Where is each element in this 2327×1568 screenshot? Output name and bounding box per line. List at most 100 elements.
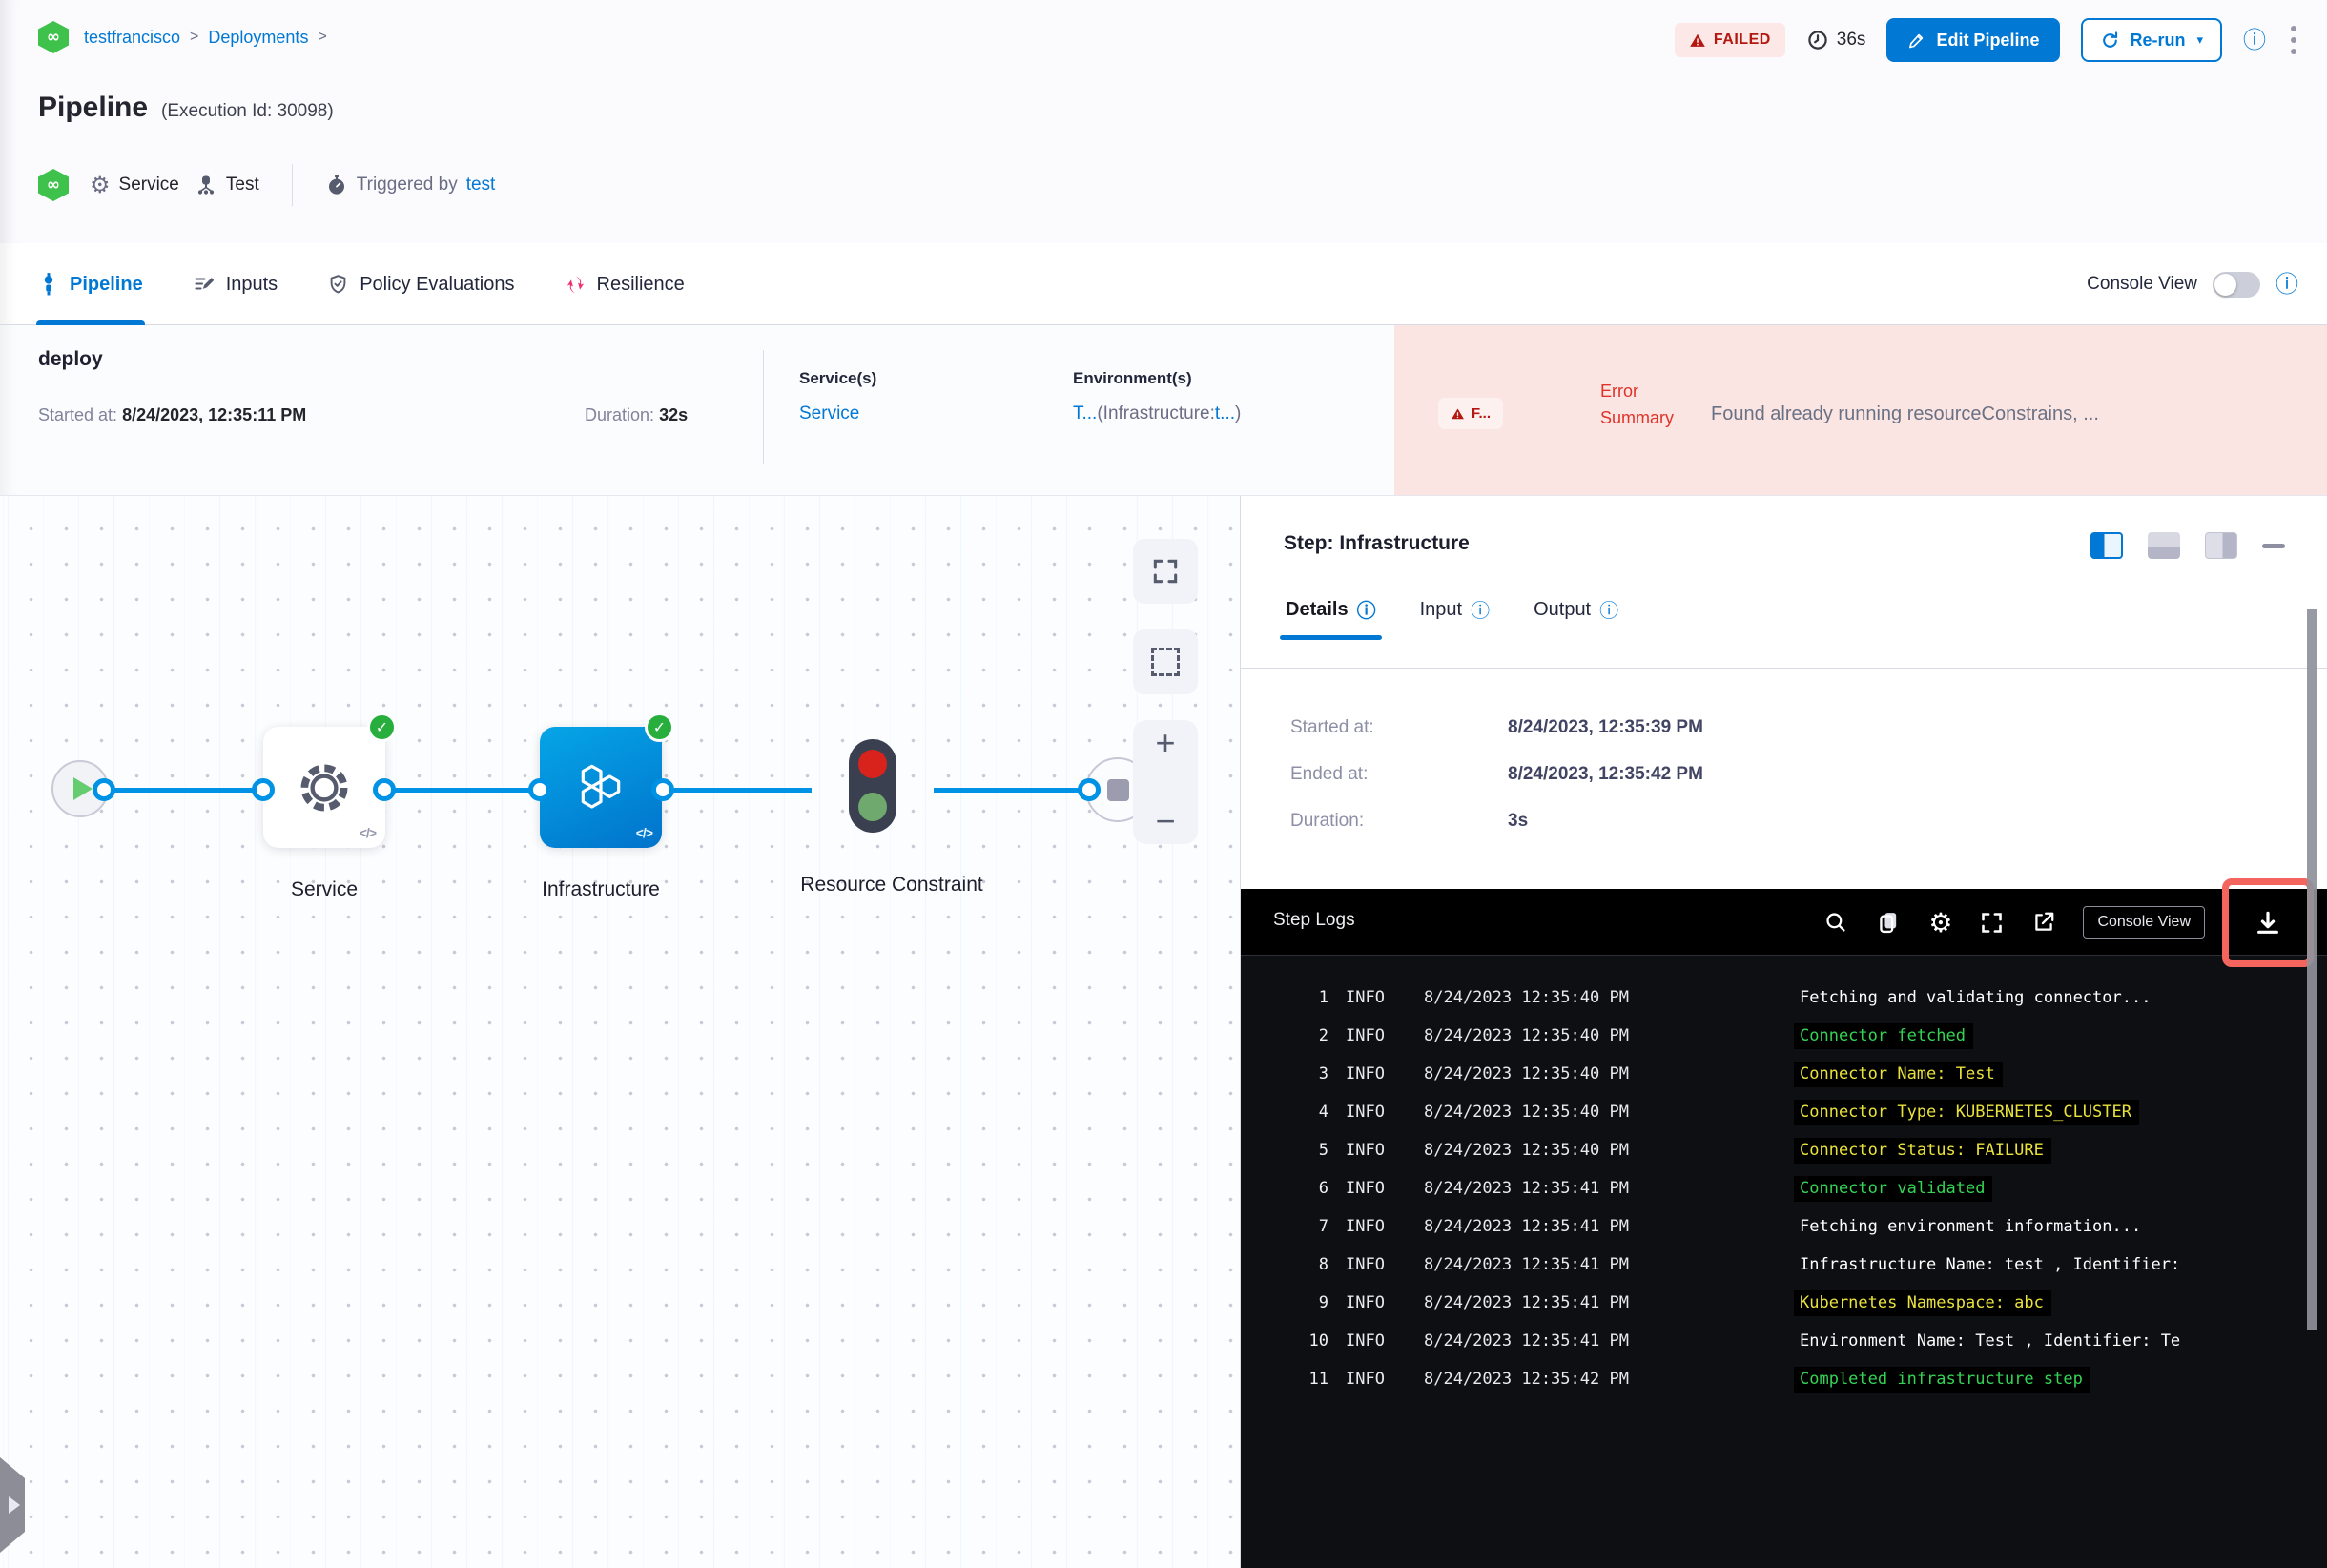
- tab-pipeline[interactable]: Pipeline: [36, 243, 145, 325]
- environment-link[interactable]: T...(Infrastructure:t...): [1073, 403, 1241, 424]
- more-options-menu[interactable]: [2287, 22, 2300, 58]
- download-logs-highlight: [2222, 878, 2314, 967]
- edit-pipeline-button[interactable]: Edit Pipeline: [1886, 18, 2061, 62]
- breadcrumb-separator: >: [190, 29, 199, 45]
- node-resource-constraint[interactable]: [849, 739, 896, 833]
- layout-right-panel-button[interactable]: [2205, 532, 2237, 559]
- layout-vertical-split-button[interactable]: [2090, 532, 2123, 559]
- info-icon[interactable]: ⓘ: [1471, 601, 1490, 620]
- scrollbar-thumb[interactable]: [2307, 609, 2317, 1330]
- success-check-icon: ✓: [367, 712, 397, 742]
- red-light: [858, 750, 887, 778]
- execution-tabbar: Pipeline Inputs Policy Evaluations Resil…: [0, 243, 2327, 325]
- fit-to-screen-button[interactable]: [1133, 539, 1198, 604]
- stage-duration: Duration: 32s: [585, 405, 689, 424]
- rerun-button[interactable]: Re-run ▾: [2081, 18, 2222, 62]
- step-panel-tabs: Details ⓘ Input ⓘ Output ⓘ: [1280, 599, 1618, 640]
- detail-row-started: Started at: 8/24/2023, 12:35:39 PM: [1290, 717, 1703, 737]
- minimize-panel-button[interactable]: [2262, 543, 2285, 548]
- stop-icon: [1106, 778, 1129, 801]
- step-panel-title: Step: Infrastructure: [1284, 532, 1470, 554]
- stage-summary-bar: deploy Started at: 8/24/2023, 12:35:11 P…: [0, 325, 2327, 496]
- tab-policy-evaluations[interactable]: Policy Evaluations: [327, 243, 515, 325]
- triggered-by-user-link[interactable]: test: [466, 175, 496, 196]
- gear-icon: [293, 756, 356, 819]
- zoom-in-button[interactable]: +: [1133, 726, 1198, 760]
- panel-layout-controls: [2090, 532, 2285, 559]
- connector-point: [1078, 778, 1101, 801]
- info-icon[interactable]: ⓘ: [2243, 29, 2266, 52]
- connector-point: [528, 778, 551, 801]
- search-icon[interactable]: [1823, 910, 1848, 935]
- log-settings-icon[interactable]: ⚙: [1928, 907, 1952, 939]
- log-toolbar: ⚙ Console View: [1823, 889, 2205, 956]
- step-logs-title: Step Logs: [1273, 910, 1355, 930]
- connector-line: [104, 788, 263, 793]
- open-in-new-icon[interactable]: [2031, 910, 2056, 935]
- pencil-icon: [1907, 31, 1926, 50]
- inputs-icon: [193, 273, 216, 296]
- service-link[interactable]: Service: [799, 403, 859, 423]
- tab-resilience[interactable]: Resilience: [565, 243, 685, 325]
- services-column: Service(s) Service: [799, 369, 877, 423]
- node-infrastructure[interactable]: </>: [540, 727, 662, 848]
- expand-left-panel-button[interactable]: [0, 1457, 25, 1553]
- zoom-out-button[interactable]: −: [1133, 804, 1198, 838]
- deployments-module-icon: ∞: [38, 21, 69, 53]
- console-view-button[interactable]: Console View: [2083, 906, 2205, 939]
- environments-column: Environment(s) T...(Infrastructure:t...): [1073, 369, 1242, 424]
- copy-icon[interactable]: [1875, 909, 1902, 936]
- play-icon: [73, 777, 93, 800]
- log-body[interactable]: 1 INFO 8/24/2023 12:35:40 PM Fetching and v…: [1241, 956, 2327, 1568]
- stopwatch-icon: [325, 174, 348, 196]
- tab-input[interactable]: Input ⓘ: [1420, 599, 1490, 640]
- pipeline-graph-canvas[interactable]: </> ✓ Service </> ✓ Infrastructure Resou…: [0, 496, 1240, 1568]
- log-line: 10 INFO 8/24/2023 12:35:41 PM Environment N…: [1308, 1331, 2181, 1351]
- breadcrumb-project-link[interactable]: testfrancisco: [84, 28, 180, 48]
- tab-details[interactable]: Details ⓘ: [1280, 599, 1382, 640]
- console-view-control: Console View ⓘ: [2087, 243, 2298, 325]
- stage-name[interactable]: deploy: [38, 348, 103, 371]
- error-summary-message[interactable]: Found already running resourceConstrains…: [1711, 403, 2327, 425]
- log-line: 3 INFO 8/24/2023 12:35:40 PM Connector Name…: [1241, 1055, 2327, 1093]
- error-status-badge: F...: [1438, 398, 1504, 429]
- gear-icon: ⚙: [90, 172, 111, 198]
- connector-point: [651, 778, 674, 801]
- code-badge: </>: [359, 825, 377, 840]
- breadcrumb-deployments-link[interactable]: Deployments: [208, 28, 308, 48]
- log-line: 2 INFO 8/24/2023 12:35:40 PM Connector fetc…: [1241, 1017, 2327, 1055]
- log-line: 5 INFO 8/24/2023 12:35:40 PM Connector Stat…: [1241, 1131, 2327, 1169]
- info-icon[interactable]: ⓘ: [1357, 601, 1376, 620]
- page-title: Pipeline: [38, 92, 149, 123]
- entity-row: ∞ ⚙ Service Test Triggered by test: [38, 164, 495, 206]
- console-view-toggle[interactable]: [2213, 271, 2260, 298]
- marquee-icon: [1151, 648, 1180, 676]
- refresh-icon: [2100, 31, 2120, 51]
- clock-icon: [1806, 29, 1829, 52]
- info-icon[interactable]: ⓘ: [1599, 601, 1618, 620]
- total-duration: 36s: [1806, 29, 1865, 52]
- tab-output[interactable]: Output ⓘ: [1534, 599, 1618, 640]
- green-light: [858, 793, 887, 821]
- console-view-label: Console View: [2087, 274, 2197, 294]
- service-entity[interactable]: ⚙ Service: [90, 172, 179, 198]
- error-summary-label: Error Summary: [1600, 382, 1675, 427]
- step-details: Started at: 8/24/2023, 12:35:39 PM Ended…: [1290, 717, 1703, 857]
- marquee-select-button[interactable]: [1133, 629, 1198, 694]
- tab-inputs[interactable]: Inputs: [193, 243, 278, 325]
- download-logs-icon[interactable]: [2253, 908, 2283, 939]
- hexagons-icon: [570, 757, 631, 818]
- node-label: Infrastructure: [542, 878, 660, 900]
- trigger-info: Triggered by test: [325, 174, 496, 196]
- log-line: 6 INFO 8/24/2023 12:35:41 PM Connector vali…: [1241, 1169, 2327, 1207]
- log-line: 7 INFO 8/24/2023 12:35:41 PM Fetching envir…: [1318, 1216, 2142, 1237]
- fullscreen-icon[interactable]: [1979, 910, 2005, 936]
- code-badge: </>: [635, 825, 653, 840]
- layout-horizontal-split-button[interactable]: [2148, 532, 2180, 559]
- node-service[interactable]: </>: [263, 727, 385, 848]
- info-icon[interactable]: ⓘ: [2276, 273, 2298, 296]
- connector-point: [373, 778, 396, 801]
- divider: [763, 350, 764, 464]
- warning-triangle-icon: [1689, 32, 1706, 49]
- environment-entity[interactable]: Test: [195, 174, 259, 196]
